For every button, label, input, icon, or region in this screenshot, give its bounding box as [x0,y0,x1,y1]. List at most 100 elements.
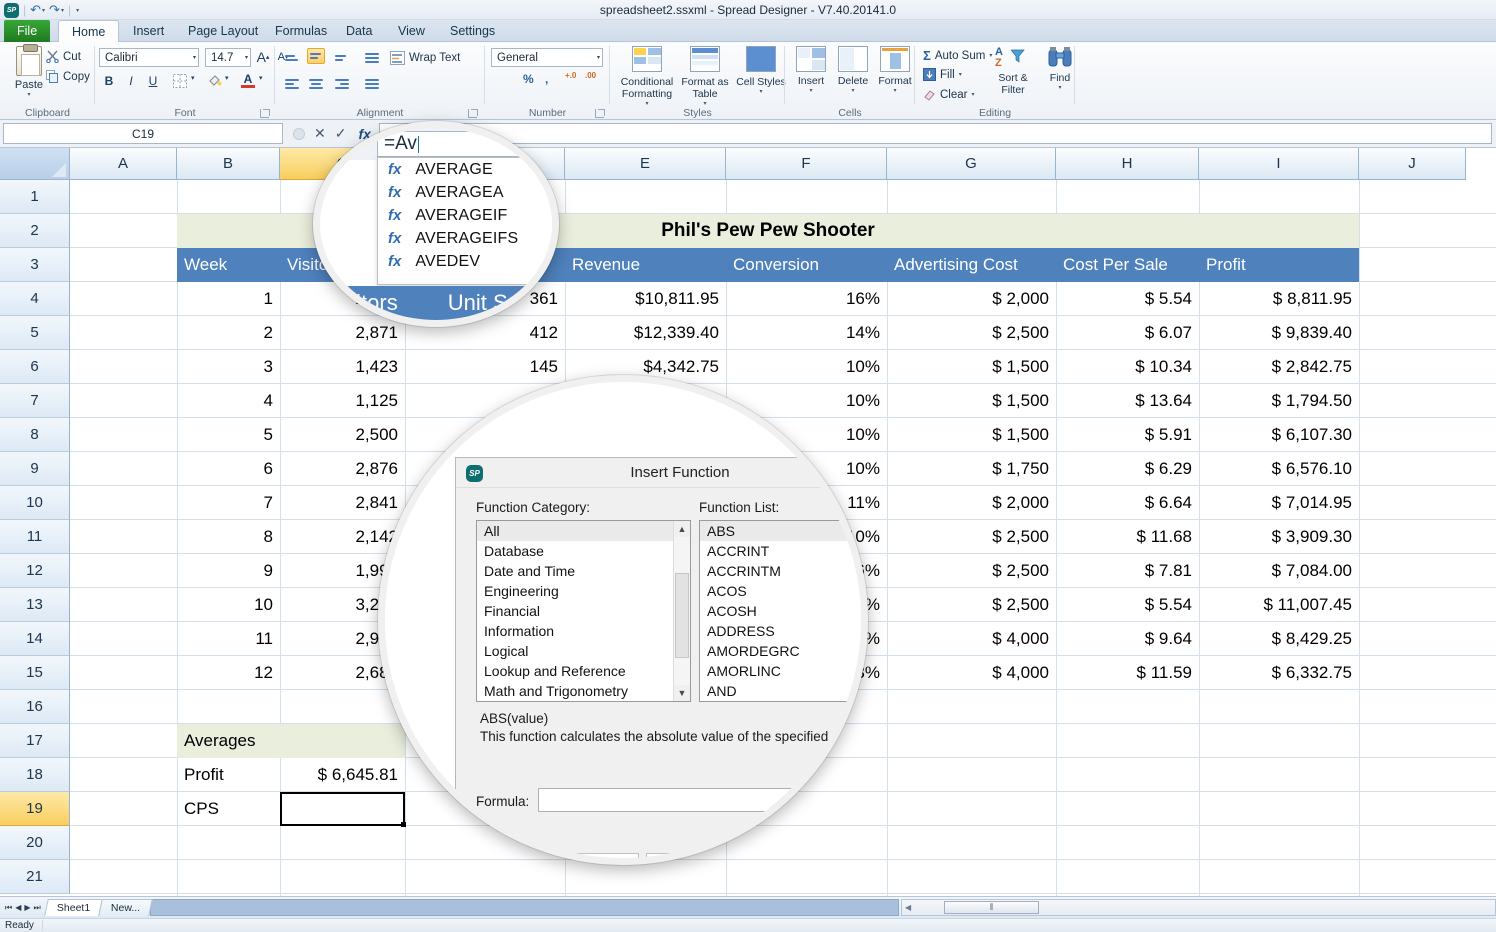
autocomplete-item[interactable]: fx AVERAGEA [378,181,559,204]
table-header-cell[interactable]: Revenue [565,248,726,282]
cell[interactable]: 7 [177,486,280,520]
table-header-cell[interactable]: Conversion [726,248,887,282]
cell[interactable]: $ 5.91 [1056,418,1199,452]
table-header-cell[interactable]: Profit [1199,248,1359,282]
cell[interactable]: 3 [177,350,280,384]
name-box[interactable]: C19 [3,123,283,144]
function-category-item[interactable]: All [477,521,673,541]
cell[interactable]: $12,339.40 [565,316,726,350]
category-scrollbar[interactable]: ▲ ▼ [673,521,690,701]
copy-button[interactable]: Copy [46,70,90,83]
column-header-h[interactable]: H [1056,148,1199,180]
row-header-6[interactable]: 6 [0,350,70,384]
redo-button[interactable]: ↷ ▾ [49,2,64,18]
cell[interactable]: $ 1,750 [887,452,1056,486]
underline-button[interactable]: U [145,72,161,90]
cell[interactable]: 2,871 [280,316,405,350]
autocomplete-item[interactable]: fx AVERAGE [378,158,559,181]
conditional-formatting-button[interactable]: Conditional Formatting ▾ [614,46,680,107]
format-cells-dropdown-icon[interactable]: ▾ [873,87,917,94]
table-header-cell[interactable]: Cost Per Sale [1056,248,1199,282]
function-category-item[interactable]: Financial [477,601,673,621]
row-header-16[interactable]: 16 [0,690,70,724]
cell[interactable]: 2 [177,316,280,350]
row-header-11[interactable]: 11 [0,520,70,554]
cell[interactable]: $ 2,500 [887,588,1056,622]
row-header-8[interactable]: 8 [0,418,70,452]
column-header-i[interactable]: I [1199,148,1359,180]
function-category-listbox[interactable]: AllDatabaseDate and TimeEngineeringFinan… [476,520,691,702]
cell[interactable]: $ 2,500 [887,316,1056,350]
tab-file[interactable]: File [4,20,50,42]
borders-dropdown-icon[interactable]: ▾ [191,74,195,82]
row-header-19[interactable]: 19 [0,792,70,826]
table-header-cell[interactable]: Week [177,248,280,282]
tab-formulas[interactable]: Formulas [262,20,340,42]
row-header-18[interactable]: 18 [0,758,70,792]
row-header-20[interactable]: 20 [0,826,70,860]
formula-autocomplete-list[interactable]: fx AVERAGE fx AVERAGEA fx AVERAGEIF fx A… [377,157,559,285]
row-header-17[interactable]: 17 [0,724,70,758]
font-name-combo[interactable]: Calibri ▾ [99,48,199,67]
cell[interactable]: $ 6,107.30 [1199,418,1359,452]
cell[interactable]: 10% [726,350,887,384]
function-category-item[interactable]: Information [477,621,673,641]
undo-dropdown-icon[interactable]: ▾ [42,7,45,14]
row-header-10[interactable]: 10 [0,486,70,520]
dialog-formula-input[interactable] [538,788,838,812]
cell[interactable]: $ 2,000 [887,282,1056,316]
range-selector-icon[interactable] [836,819,847,830]
insert-cells-button[interactable]: Insert ▾ [789,46,833,94]
row-header-13[interactable]: 13 [0,588,70,622]
clear-dropdown-icon[interactable]: ▾ [971,91,974,98]
cell[interactable]: $ 7,084.00 [1199,554,1359,588]
fill-color-button[interactable] [205,72,223,90]
last-sheet-button[interactable]: ⏭ [34,903,41,913]
sheet-tab-sheet1[interactable]: Sheet1 [44,899,103,916]
italic-button[interactable]: I [123,72,139,90]
magnified-fx-icon[interactable]: fx [340,132,354,150]
cell[interactable]: $ 2,842.75 [1199,350,1359,384]
fill-color-dropdown-icon[interactable]: ▾ [225,74,229,82]
align-left-button[interactable] [283,76,301,92]
alignment-dialog-launcher[interactable] [468,109,477,118]
decrease-indent-button[interactable] [363,50,381,66]
cell[interactable]: $10,811.95 [565,282,726,316]
scroll-down-icon[interactable]: ▼ [674,685,690,701]
sheet-tab-new[interactable]: New... [98,899,153,916]
function-listbox[interactable]: ABSACCRINTACCRINTMACOSACOSHADDRESSAMORDE… [699,520,868,702]
cell[interactable]: $ 11.68 [1056,520,1199,554]
row-header-9[interactable]: 9 [0,452,70,486]
function-list-item[interactable]: ACOS [700,581,868,601]
scroll-up-icon[interactable]: ▲ [674,521,690,537]
scroll-left-icon[interactable]: ◀ [902,903,911,912]
cell[interactable]: 5 [177,418,280,452]
paste-dropdown-icon[interactable]: ▾ [8,91,50,98]
cell[interactable]: $ 2,500 [887,520,1056,554]
bold-button[interactable]: B [101,72,117,90]
row-header-3[interactable]: 3 [0,248,70,282]
cell[interactable]: $ 4,000 [887,656,1056,690]
cell[interactable]: $ 10.34 [1056,350,1199,384]
select-all-corner[interactable] [0,148,70,180]
comma-style-button[interactable]: , [545,72,548,86]
function-category-item[interactable]: Engineering [477,581,673,601]
row-header-2[interactable]: 2 [0,214,70,248]
function-list-item[interactable]: ABS [700,521,868,541]
align-middle-button[interactable] [307,48,325,64]
cell[interactable]: $ 7.81 [1056,554,1199,588]
cell[interactable]: $ 8,811.95 [1199,282,1359,316]
function-list-item[interactable]: AMORLINC [700,661,868,681]
column-header-e[interactable]: E [565,148,726,180]
row-header-15[interactable]: 15 [0,656,70,690]
conditional-formatting-dropdown-icon[interactable]: ▾ [614,100,680,107]
row-header-4[interactable]: 4 [0,282,70,316]
first-sheet-button[interactable]: ⏮ [5,903,12,913]
number-format-combo[interactable]: General ▾ [491,48,603,67]
cell[interactable]: 14% [726,316,887,350]
horizontal-scrollbar[interactable]: ◀ ⦀ [901,899,1496,916]
delete-cells-dropdown-icon[interactable]: ▾ [831,87,875,94]
cell[interactable]: 8 [177,520,280,554]
customize-qat-button[interactable]: ▾ [75,7,79,14]
tab-settings[interactable]: Settings [437,20,508,42]
